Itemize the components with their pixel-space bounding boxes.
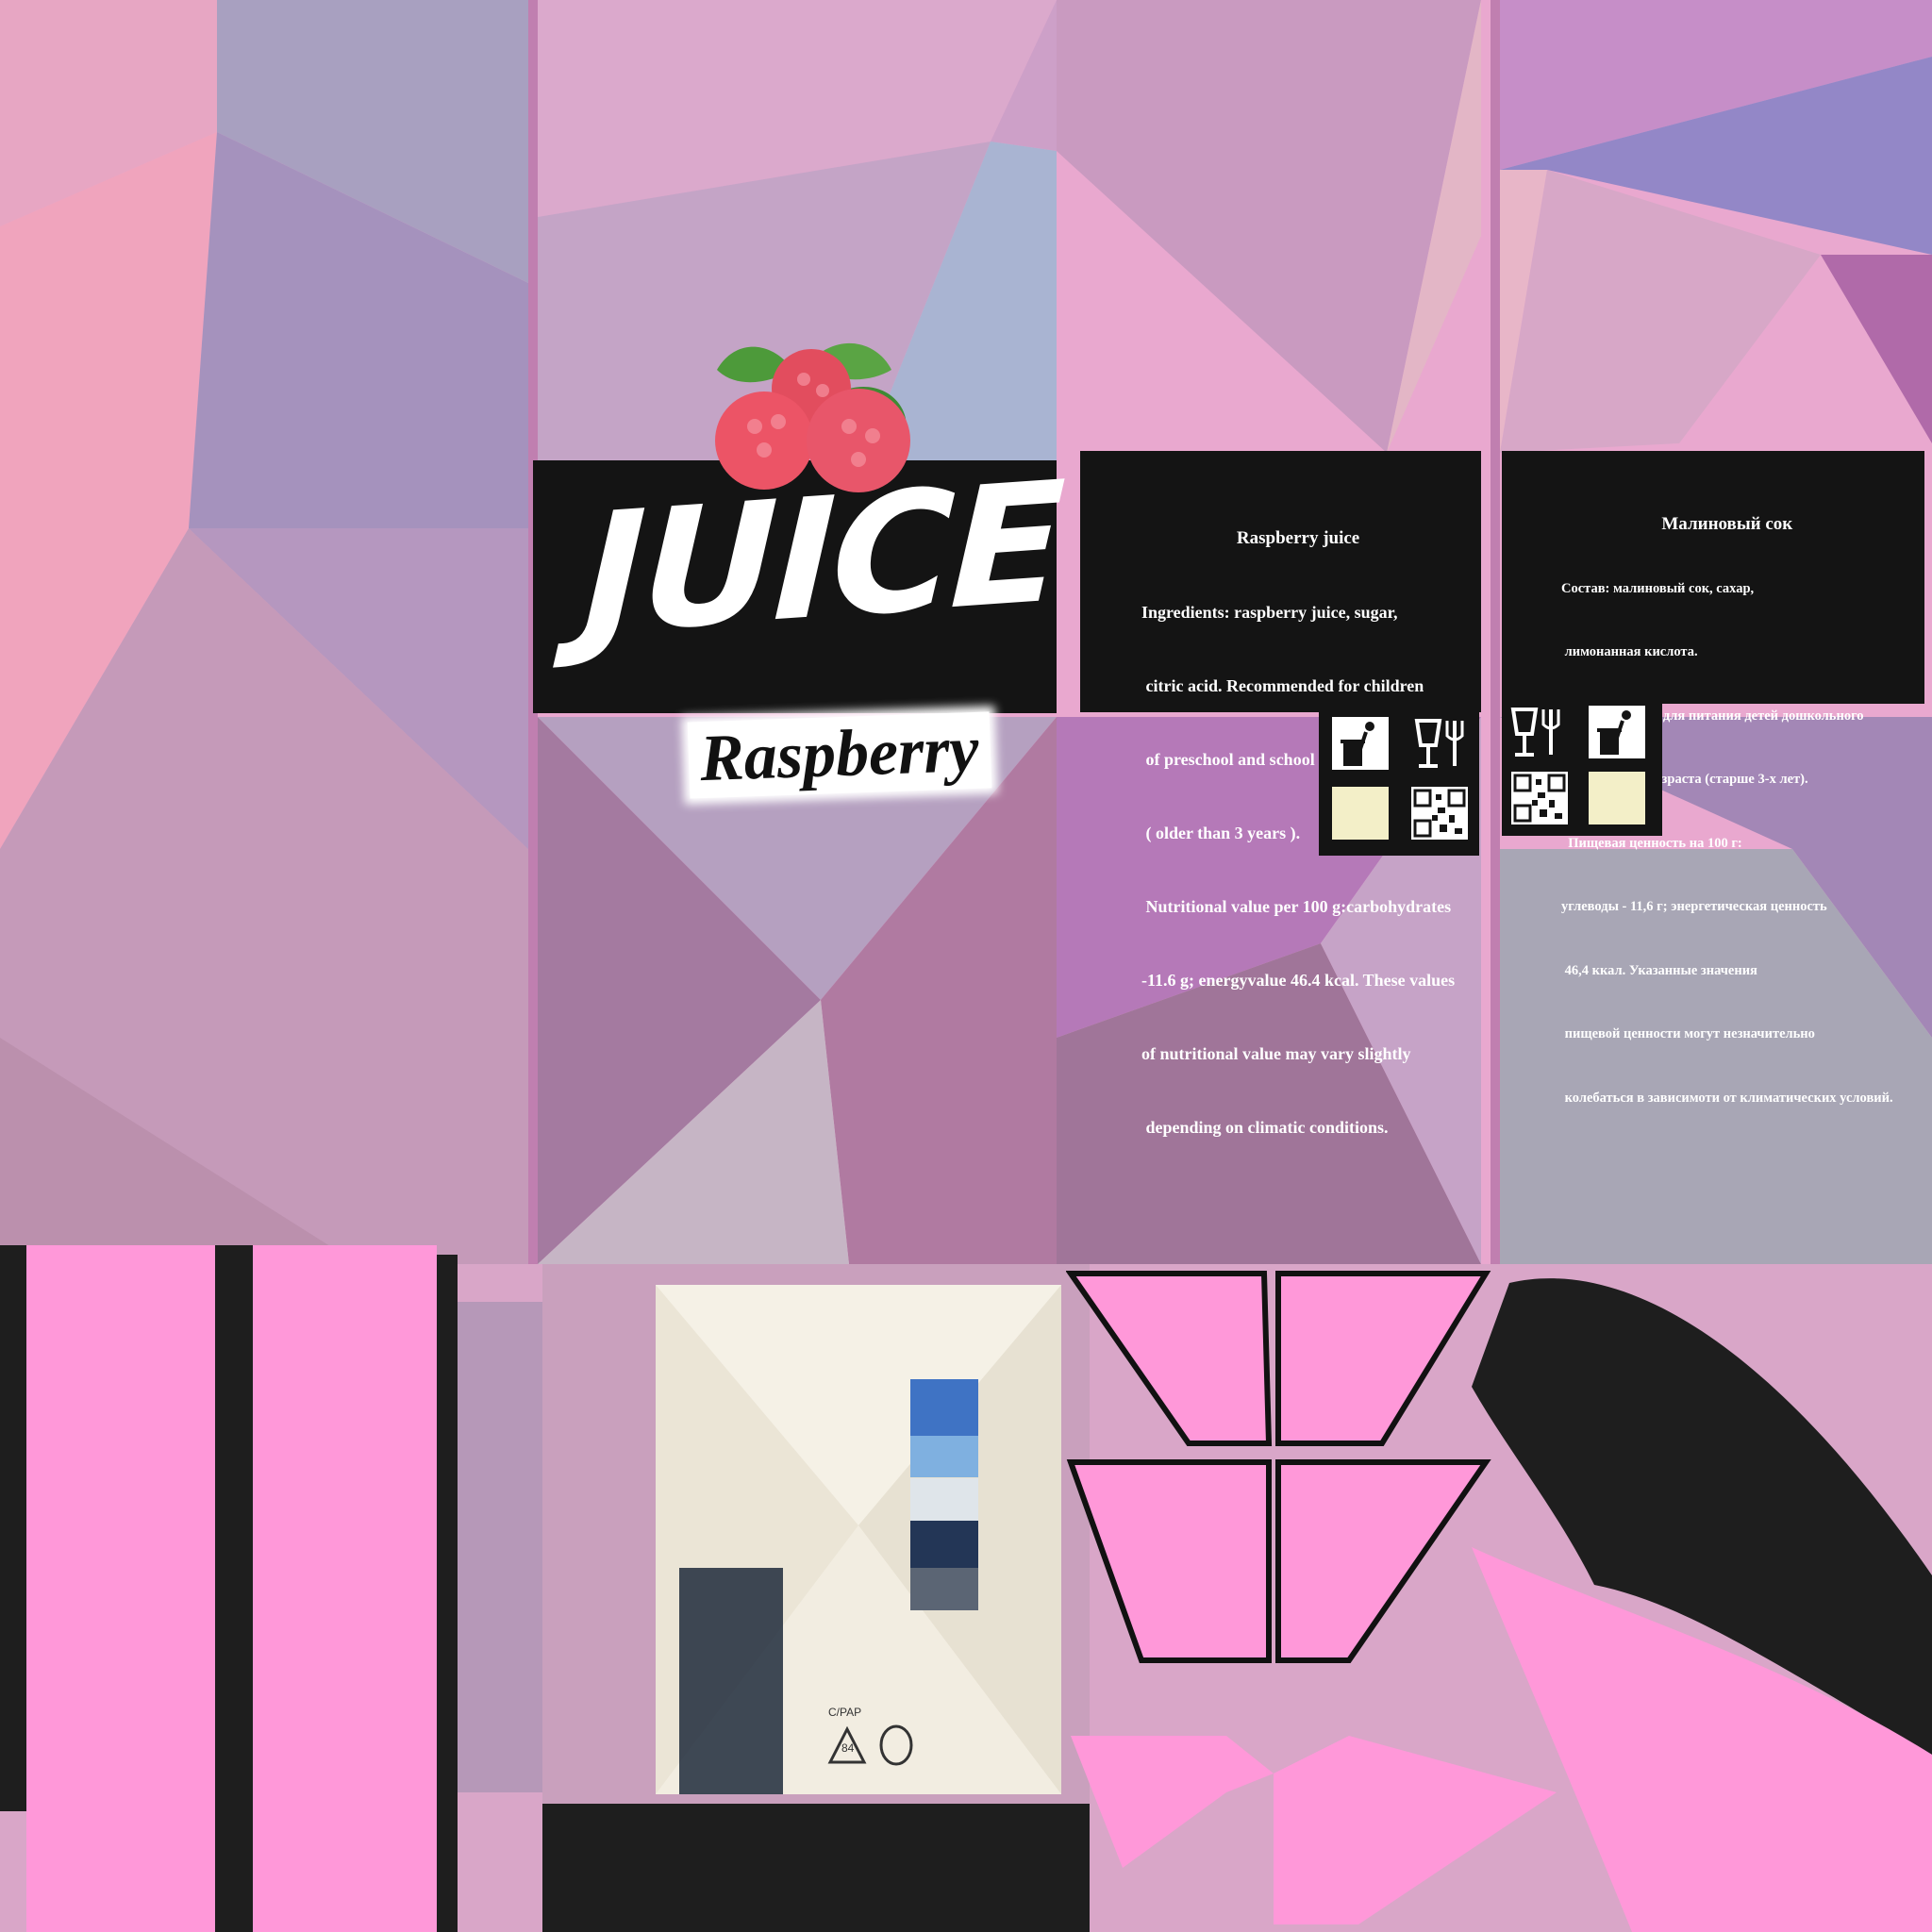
qr-code-icon [1411,787,1468,840]
info-title-en: Raspberry juice [1236,528,1360,548]
info-line-en: of nutritional value may vary slightly [1141,1044,1411,1063]
glass-fork-icon [1510,708,1560,757]
info-line-ru: колебаться в зависимоти от климатических… [1561,1090,1893,1106]
trash-bin-icon [1589,706,1645,758]
qr-code-icon [1511,772,1568,824]
info-line-en: Nutritional value per 100 g:carbohydrate… [1141,897,1452,916]
photo-thumbnail-icon [1332,787,1389,840]
recycle-code: 84 [841,1741,855,1755]
bottom-dark-strip [542,1804,1090,1932]
info-line-en: -11.6 g; energyvalue 46.4 kcal. These va… [1141,971,1456,990]
carton-chevron-shapes [1066,1271,1932,1932]
glass-fork-icon [1414,719,1464,768]
flavor-label: Raspberry [687,711,991,799]
info-line-en: Ingredients: raspberry juice, sugar, [1141,603,1398,622]
dark-strip [0,1245,26,1811]
info-line-en: citric acid. Recommended for children [1141,676,1424,695]
pink-strip [26,1245,215,1932]
photo-thumbnail-icon [1589,772,1645,824]
dark-strip [215,1245,253,1932]
info-line-ru: Состав: малиновый сок, сахар, [1561,580,1755,596]
info-line-ru: углеводы - 11,6 г; энергетическая ценнос… [1561,899,1827,914]
recycle-label: C/PAP [828,1706,862,1719]
info-line-ru: лимонанная кислота. [1561,644,1698,659]
brand-title: JUICE [580,445,1065,673]
info-line-ru: пищевой ценности могут незначительно [1561,1026,1815,1041]
pink-strip [253,1245,437,1932]
info-line-en: depending on climatic conditions. [1141,1118,1389,1137]
info-line-ru: 46,4 ккал. Указанные значения [1561,962,1757,978]
dark-strip [437,1255,458,1932]
trash-bin-icon [1332,717,1389,770]
info-title-ru: Малиновый сок [1661,514,1793,534]
